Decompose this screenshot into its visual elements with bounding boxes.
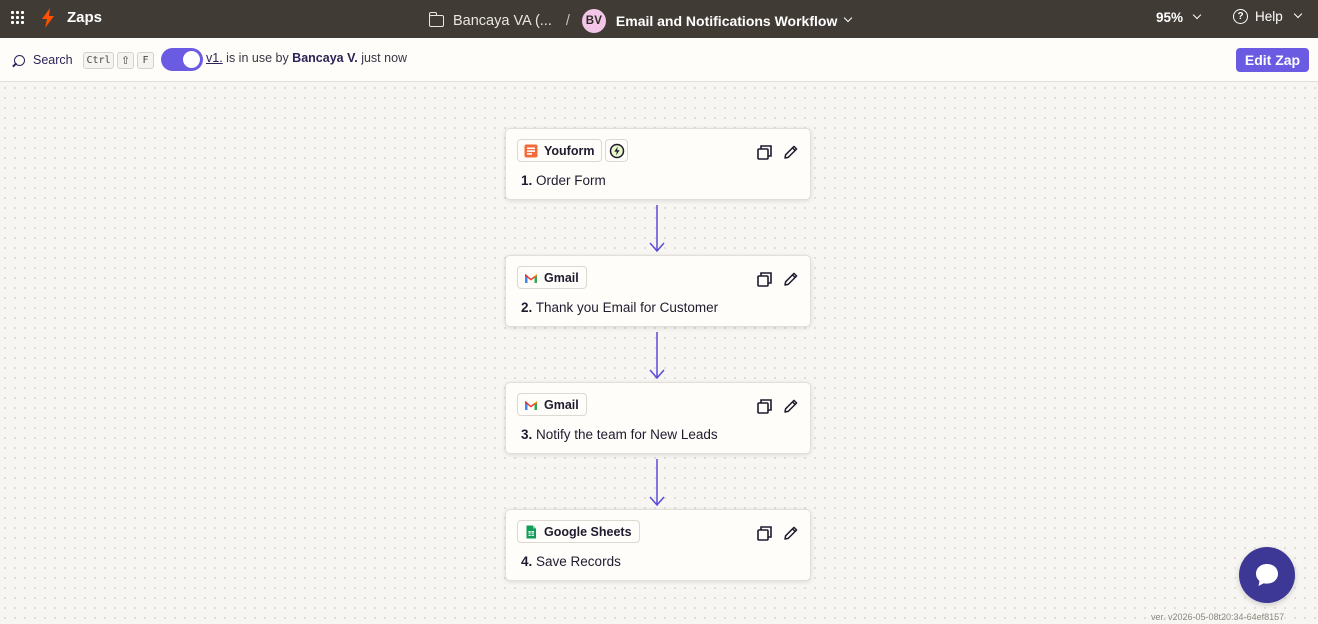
chat-bubble-icon — [1256, 564, 1278, 586]
chevron-down-icon[interactable] — [844, 13, 853, 23]
search-icon — [14, 54, 25, 66]
connector-arrow — [649, 205, 665, 253]
folder-link[interactable]: Bancaya VA (... — [453, 13, 552, 29]
owner-avatar: BV — [581, 9, 606, 33]
app-name: Gmail — [544, 397, 579, 412]
step-title: 4. Save Records — [521, 554, 621, 569]
app-chip[interactable]: Gmail — [517, 393, 587, 416]
trigger-badge — [605, 139, 628, 162]
lightning-icon — [609, 143, 624, 158]
step-card-1[interactable]: Youform 1. Order Form — [505, 128, 811, 200]
search-label: Search — [33, 53, 73, 67]
chat-support-button[interactable] — [1239, 547, 1295, 603]
top-bar: Zaps Bancaya VA (... / BV Email and Noti… — [0, 0, 1318, 38]
step-card-2[interactable]: Gmail 2. Thank you Email for Customer — [505, 255, 811, 327]
edit-zap-button[interactable]: Edit Zap — [1236, 48, 1309, 72]
google-sheets-logo-icon — [526, 525, 536, 538]
youform-logo-icon — [524, 144, 538, 157]
duplicate-icon[interactable] — [757, 526, 772, 541]
app-name: Youform — [544, 143, 595, 158]
version-link[interactable]: v1. — [206, 51, 223, 65]
kbd-ctrl: Ctrl — [83, 52, 114, 69]
kbd-f: F — [137, 52, 154, 69]
app-chip[interactable]: Gmail — [517, 266, 587, 289]
app-chip[interactable]: Google Sheets — [517, 520, 640, 543]
help-icon: ? — [1233, 9, 1248, 24]
build-version: ver. v2026-05-08t20:34-64ef8157 — [1151, 612, 1285, 622]
step-card-3[interactable]: Gmail 3. Notify the team for New Leads — [505, 382, 811, 454]
app-chip[interactable]: Youform — [517, 139, 603, 162]
step-title: 3. Notify the team for New Leads — [521, 427, 718, 442]
pencil-icon[interactable] — [783, 525, 799, 541]
search-button[interactable]: Search — [14, 53, 73, 67]
version-status: v1. is in use by Bancaya V. just now — [206, 51, 407, 65]
status-text: is in use by — [222, 51, 293, 65]
breadcrumb: Bancaya VA (... / BV Email and Notificat… — [428, 9, 853, 33]
duplicate-icon[interactable] — [757, 399, 772, 414]
help-label: Help — [1255, 9, 1283, 24]
step-card-4[interactable]: Google Sheets 4. Save Records — [505, 509, 811, 581]
duplicate-icon[interactable] — [757, 145, 772, 160]
zap-on-toggle[interactable] — [161, 48, 203, 71]
zoom-level: 95% — [1156, 10, 1184, 25]
step-title: 1. Order Form — [521, 173, 606, 188]
app-name: Gmail — [544, 270, 579, 285]
folder-icon — [428, 12, 444, 27]
help-menu[interactable]: ? Help — [1233, 9, 1303, 24]
chevron-down-icon — [1293, 9, 1303, 18]
toolbar: Search Ctrl ⇧ F v1. is in use by Bancaya… — [0, 38, 1318, 82]
pencil-icon[interactable] — [783, 271, 799, 287]
duplicate-icon[interactable] — [757, 272, 772, 287]
pencil-icon[interactable] — [783, 144, 799, 160]
kbd-shift: ⇧ — [117, 52, 134, 69]
gmail-logo-icon — [525, 400, 537, 410]
status-time: just now — [357, 51, 408, 65]
zaps-link[interactable]: Zaps — [67, 9, 102, 26]
pencil-icon[interactable] — [783, 398, 799, 414]
toggle-knob — [183, 51, 200, 68]
app-name: Google Sheets — [544, 524, 632, 539]
app-grid-icon[interactable] — [11, 11, 25, 25]
breadcrumb-separator: / — [565, 13, 570, 29]
zoom-control[interactable]: 95% — [1156, 10, 1202, 25]
gmail-logo-icon — [525, 273, 537, 283]
workflow-title[interactable]: Email and Notifications Workflow — [616, 13, 837, 29]
status-user: Bancaya V. — [292, 51, 358, 65]
step-title: 2. Thank you Email for Customer — [521, 300, 719, 315]
connector-arrow — [649, 332, 665, 380]
connector-arrow — [649, 459, 665, 507]
chevron-down-icon — [1192, 10, 1202, 19]
zapier-bolt-icon[interactable] — [41, 8, 55, 28]
